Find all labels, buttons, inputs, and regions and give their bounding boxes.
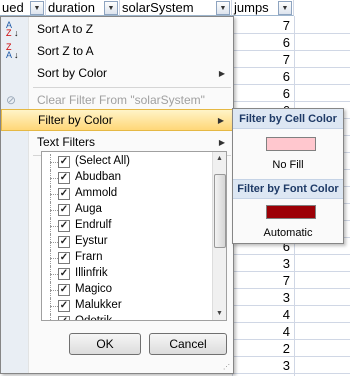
filter-dropdown-button-active[interactable]: ▼ [216,1,230,15]
column-header-ued[interactable]: ued ▼ [0,0,46,16]
filter-by-color[interactable]: Filter by Color ▶ [1,109,233,131]
column-header-label: solarSystem [122,0,194,15]
resize-grip-icon[interactable]: ⋰ [223,363,231,371]
column-header-jumps[interactable]: jumps ▼ [232,0,294,16]
ok-button[interactable]: OK [69,333,141,355]
column-header-label: ued [2,0,24,15]
checkbox-checked[interactable]: ✓ [58,268,70,280]
filter-dropdown-button[interactable]: ▼ [30,1,44,15]
menu-item-label: Text Filters [37,135,96,149]
checklist-item[interactable]: ✓ Malukker [42,298,212,314]
submenu-arrow-icon: ▶ [218,137,225,147]
checklist-item-label: (Select All) [75,155,130,167]
filter-dropdown-button[interactable]: ▼ [104,1,118,15]
checklist-item-label: Frarn [75,251,103,263]
sort-a-to-z[interactable]: AZ ↓ Sort A to Z [1,18,233,40]
checkbox-checked[interactable]: ✓ [58,252,70,264]
checklist-item[interactable]: ✓ Magico [42,282,212,298]
filter-by-color-submenu: Filter by Cell Color No Fill Filter by F… [232,108,344,244]
checklist-item[interactable]: ✓ Illinfrik [42,266,212,282]
tree-branch [50,274,58,275]
menu-item-label: Sort by Color [37,66,108,80]
tree-branch [50,194,58,195]
checklist-item-label: Magico [75,283,113,295]
tree-branch [50,258,58,259]
column-header-duration[interactable]: duration ▼ [46,0,120,16]
checklist-item-label: Auga [75,203,102,215]
sort-by-color[interactable]: Sort by Color ▶ [1,62,233,84]
checkbox-checked[interactable]: ✓ [58,300,70,312]
value-checklist: ✓ (Select All) ✓ Abudban ✓ Ammold ✓ Auga ✓ Endrul… [41,151,227,321]
menu-item-label: Clear Filter From "solarSystem" [37,93,205,107]
automatic-option[interactable]: Automatic [233,227,343,239]
submenu-arrow-icon: ▶ [218,68,225,78]
menu-item-label: Sort Z to A [37,44,94,58]
column-header-label: jumps [234,0,269,15]
checkbox-checked[interactable]: ✓ [58,316,70,320]
checklist-scrollbar[interactable]: ▲ ▼ [212,152,226,320]
checklist-item-label: Eystur [75,235,108,247]
checklist-item[interactable]: ✓ Odotrik [42,314,212,321]
menu-item-label: Filter by Color [38,113,113,127]
sort-descending-icon: ZA ↓ [6,42,19,60]
menu-separator [33,87,231,88]
tree-branch [50,290,58,291]
tree-branch [50,306,58,307]
sort-z-to-a[interactable]: ZA ↓ Sort Z to A [1,40,233,62]
checkbox-checked[interactable]: ✓ [58,188,70,200]
menu-item-label: Sort A to Z [37,22,94,36]
clear-filter: ⊘ Clear Filter From "solarSystem" [1,89,233,111]
scroll-up-arrow-icon[interactable]: ▲ [216,155,223,162]
font-color-swatch[interactable] [266,205,316,219]
checkbox-checked[interactable]: ✓ [58,156,70,168]
tree-branch [50,162,58,163]
sort-ascending-icon: AZ ↓ [6,20,19,38]
select-all-item[interactable]: ✓ (Select All) [42,154,212,170]
checklist-item-label: Illinfrik [75,267,108,279]
no-fill-option[interactable]: No Fill [233,159,343,171]
cancel-button[interactable]: Cancel [149,333,227,355]
checkbox-checked[interactable]: ✓ [58,236,70,248]
checklist-item[interactable]: ✓ Abudban [42,170,212,186]
checklist-item[interactable]: ✓ Endrulf [42,218,212,234]
text-filters[interactable]: Text Filters ▶ [1,131,233,153]
checklist-item-label: Abudban [75,171,122,183]
checkbox-checked[interactable]: ✓ [58,204,70,216]
autofilter-menu: AZ ↓ Sort A to Z ZA ↓ Sort Z to A Sort b… [0,16,234,374]
checklist-item-label: Ammold [75,187,118,199]
clear-filter-icon: ⊘ [6,93,17,107]
column-header-label: duration [48,0,95,15]
filter-dropdown-button[interactable]: ▼ [278,1,292,15]
scrollbar-thumb[interactable] [214,174,226,248]
checklist-item-label: Malukker [75,299,122,311]
checklist-item-label: Endrulf [75,219,112,231]
checkbox-checked[interactable]: ✓ [58,172,70,184]
submenu-arrow-icon: ▶ [217,115,224,125]
column-header-solarsystem[interactable]: solarSystem ▼ [120,0,232,16]
cell-color-heading: Filter by Cell Color [233,109,343,129]
checklist-item-label: Odotrik [75,315,113,321]
checkbox-checked[interactable]: ✓ [58,284,70,296]
scroll-down-arrow-icon[interactable]: ▼ [216,310,223,317]
tree-line [50,314,58,320]
checkbox-checked[interactable]: ✓ [58,220,70,232]
tree-branch [50,226,58,227]
font-color-heading: Filter by Font Color [233,179,343,199]
checklist-item[interactable]: ✓ Eystur [42,234,212,250]
tree-branch [50,178,58,179]
checklist-item[interactable]: ✓ Auga [42,202,212,218]
tree-branch [50,210,58,211]
cell-color-swatch[interactable] [266,137,316,151]
tree-branch [50,242,58,243]
checklist-item[interactable]: ✓ Ammold [42,186,212,202]
checklist-item[interactable]: ✓ Frarn [42,250,212,266]
